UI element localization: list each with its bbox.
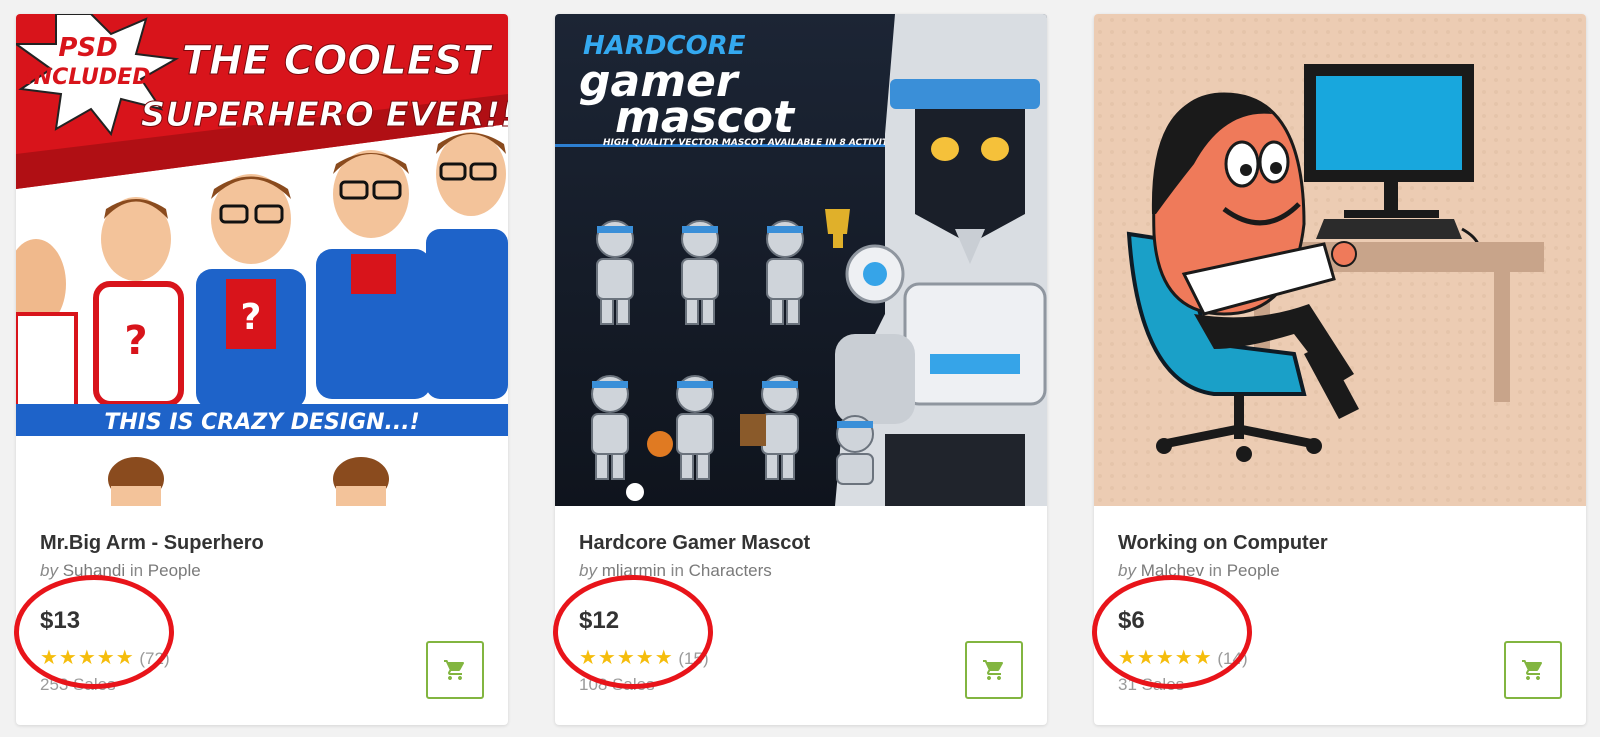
svg-text:INCLUDED: INCLUDED bbox=[26, 65, 151, 90]
by-label: by bbox=[579, 561, 597, 580]
svg-text:THE COOLEST: THE COOLEST bbox=[182, 38, 493, 84]
in-label: in bbox=[1208, 561, 1222, 580]
svg-text:THIS IS CRAZY DESIGN...!: THIS IS CRAZY DESIGN...! bbox=[104, 410, 419, 435]
svg-text:PSD: PSD bbox=[58, 33, 117, 63]
gamer-mascot-preview-image: HARDCORE gamer mascot HIGH QUALITY VECTO… bbox=[555, 14, 1047, 506]
add-to-cart-button[interactable] bbox=[1504, 641, 1562, 699]
product-rating: ★★★★★ (72) bbox=[40, 645, 170, 670]
svg-text:?: ? bbox=[124, 318, 147, 364]
product-meta: by Suhandi in People bbox=[40, 561, 201, 581]
product-thumbnail[interactable] bbox=[1094, 14, 1586, 506]
rating-count: (14) bbox=[1217, 649, 1248, 668]
product-thumbnail[interactable]: PSD INCLUDED THE COOLEST SUPERHERO EVER!… bbox=[16, 14, 508, 506]
add-to-cart-button[interactable] bbox=[965, 641, 1023, 699]
author-link[interactable]: Suhandi bbox=[63, 561, 125, 580]
sales-count: 31 Sales bbox=[1118, 675, 1185, 694]
product-rating: ★★★★★ (15) bbox=[579, 645, 709, 670]
product-meta: by mljarmin in Characters bbox=[579, 561, 772, 581]
in-label: in bbox=[670, 561, 684, 580]
rating-stars: ★★★★★ bbox=[40, 647, 135, 669]
superhero-preview-image: PSD INCLUDED THE COOLEST SUPERHERO EVER!… bbox=[16, 14, 508, 506]
sales-count: 108 Sales bbox=[579, 675, 655, 694]
by-label: by bbox=[40, 561, 58, 580]
shopping-cart-icon bbox=[983, 660, 1004, 680]
sales-count: 253 Sales bbox=[40, 675, 116, 694]
product-title[interactable]: Hardcore Gamer Mascot bbox=[579, 532, 810, 555]
product-title[interactable]: Working on Computer bbox=[1118, 532, 1328, 555]
product-card: PSD INCLUDED THE COOLEST SUPERHERO EVER!… bbox=[16, 14, 508, 725]
svg-text:HIGH QUALITY VECTOR MASCOT AVA: HIGH QUALITY VECTOR MASCOT AVAILABLE IN … bbox=[603, 138, 925, 148]
category-link[interactable]: People bbox=[148, 561, 201, 580]
svg-text:mascot: mascot bbox=[615, 92, 796, 143]
product-meta: by Malchev in People bbox=[1118, 561, 1280, 581]
product-price: $6 bbox=[1118, 607, 1145, 634]
by-label: by bbox=[1118, 561, 1136, 580]
rating-stars: ★★★★★ bbox=[579, 647, 674, 669]
in-label: in bbox=[129, 561, 144, 580]
product-card: HARDCORE gamer mascot HIGH QUALITY VECTO… bbox=[555, 14, 1047, 725]
svg-text:?: ? bbox=[241, 297, 262, 338]
shopping-cart-icon bbox=[444, 660, 465, 680]
author-link[interactable]: mljarmin bbox=[602, 561, 666, 580]
rating-count: (72) bbox=[139, 649, 170, 668]
working-on-computer-preview-image bbox=[1094, 14, 1586, 506]
product-card: Working on Computer by Malchev in People… bbox=[1094, 14, 1586, 725]
svg-text:SUPERHERO EVER!!!: SUPERHERO EVER!!! bbox=[141, 95, 508, 135]
product-thumbnail[interactable]: HARDCORE gamer mascot HIGH QUALITY VECTO… bbox=[555, 14, 1047, 506]
rating-count: (15) bbox=[678, 649, 709, 668]
product-title[interactable]: Mr.Big Arm - Superhero bbox=[40, 532, 264, 555]
product-price: $12 bbox=[579, 607, 620, 634]
category-link[interactable]: Characters bbox=[689, 561, 772, 580]
author-link[interactable]: Malchev bbox=[1141, 561, 1204, 580]
product-rating: ★★★★★ (14) bbox=[1118, 645, 1248, 670]
shopping-cart-icon bbox=[1522, 660, 1543, 680]
rating-stars: ★★★★★ bbox=[1118, 647, 1213, 669]
add-to-cart-button[interactable] bbox=[426, 641, 484, 699]
product-price: $13 bbox=[40, 607, 81, 634]
category-link[interactable]: People bbox=[1227, 561, 1280, 580]
